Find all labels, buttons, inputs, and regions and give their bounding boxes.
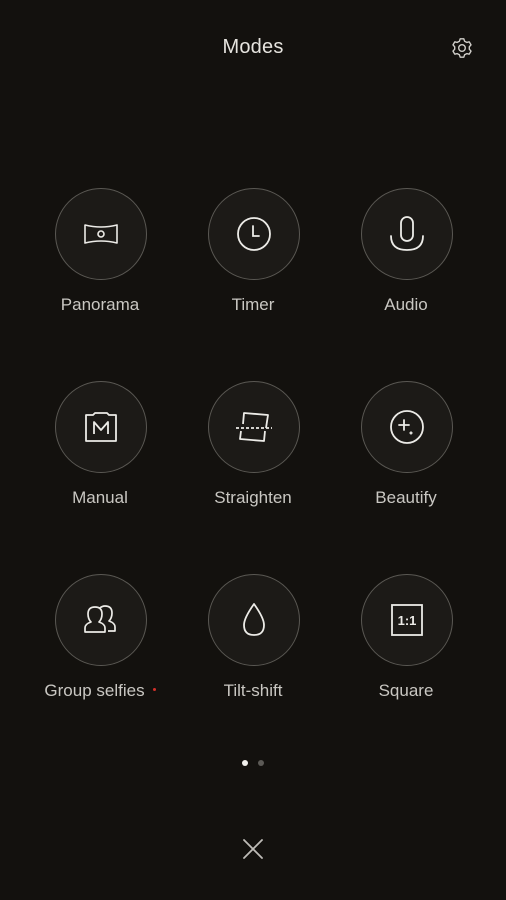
close-icon	[243, 839, 263, 859]
straighten-icon	[236, 412, 272, 442]
mode-button-circle[interactable]	[208, 188, 300, 280]
panorama-icon	[84, 224, 118, 244]
mode-tilt-shift[interactable]: Tilt-shift	[180, 574, 330, 724]
mode-button-circle[interactable]	[208, 381, 300, 473]
square-ratio-text: 1:1	[398, 613, 417, 628]
mode-button-circle[interactable]	[55, 381, 147, 473]
mode-label: Beautify	[375, 488, 437, 507]
microphone-icon	[390, 216, 424, 251]
mode-manual[interactable]: Manual	[27, 381, 177, 531]
mode-beautify[interactable]: Beautify	[333, 381, 483, 531]
droplet-icon	[243, 603, 265, 636]
settings-button[interactable]	[450, 36, 474, 60]
page-indicator	[0, 760, 506, 766]
sparkle-icon	[390, 410, 424, 444]
mode-button-circle[interactable]	[361, 381, 453, 473]
mode-square[interactable]: 1:1 Square	[333, 574, 483, 724]
mode-panorama[interactable]: Panorama	[27, 188, 177, 338]
close-button[interactable]	[241, 837, 265, 861]
mode-straighten[interactable]: Straighten	[180, 381, 330, 531]
page-title: Modes	[222, 36, 284, 58]
mode-label: Square	[378, 681, 434, 700]
mode-button-circle[interactable]	[208, 574, 300, 666]
mode-label-text: Group selfies	[44, 681, 145, 700]
manual-camera-icon	[85, 412, 117, 442]
mode-button-circle[interactable]	[361, 188, 453, 280]
mode-button-circle[interactable]	[55, 574, 147, 666]
gear-icon	[452, 38, 472, 58]
new-badge-dot	[152, 688, 156, 692]
group-icon	[84, 605, 116, 633]
mode-audio[interactable]: Audio	[333, 188, 483, 338]
mode-timer[interactable]: Timer	[180, 188, 330, 338]
mode-group-selfies[interactable]: Group selfies	[27, 574, 177, 724]
mode-button-circle[interactable]	[55, 188, 147, 280]
square-ratio-icon: 1:1	[391, 604, 423, 636]
page-dot-1[interactable]	[242, 760, 248, 766]
page-dot-2[interactable]	[258, 760, 264, 766]
clock-icon	[237, 217, 271, 251]
mode-button-circle[interactable]: 1:1	[361, 574, 453, 666]
mode-label: Audio	[384, 295, 428, 314]
